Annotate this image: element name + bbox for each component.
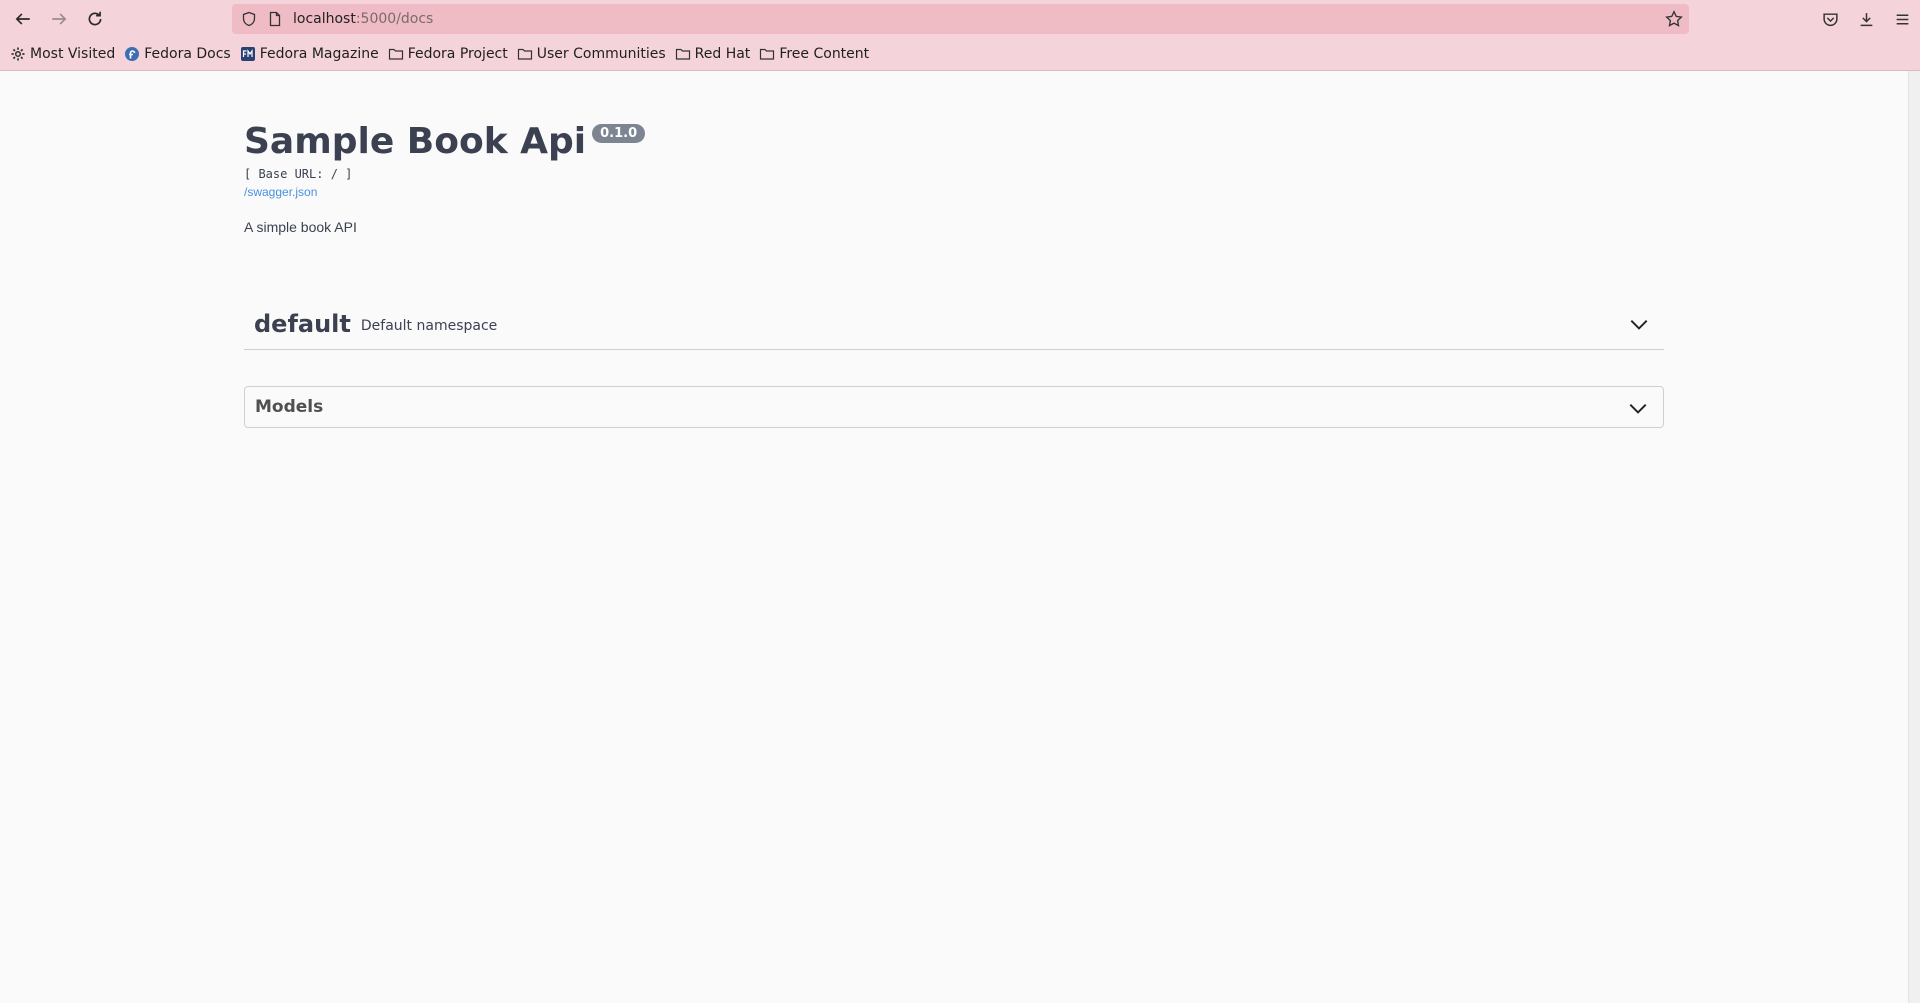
namespace-description: Default namespace: [360, 318, 498, 334]
models-section[interactable]: Models: [244, 386, 1664, 428]
forward-button[interactable]: [41, 4, 77, 34]
namespace-name: default: [254, 310, 351, 338]
bookmark-star-icon[interactable]: [1665, 10, 1683, 28]
bookmark-label: Fedora Project: [407, 46, 508, 62]
chevron-down-icon[interactable]: [1628, 313, 1650, 335]
fedora-icon: [124, 46, 140, 62]
api-description: A simple book API: [244, 219, 357, 235]
folder-icon: [388, 46, 404, 62]
pocket-button[interactable]: [1812, 4, 1848, 34]
bookmark-fedora-project[interactable]: Fedora Project: [388, 42, 508, 66]
hamburger-menu-icon: [1896, 14, 1908, 24]
folder-icon: [759, 46, 775, 62]
base-url: [ Base URL: / ]: [244, 167, 353, 181]
url-host: localhost: [293, 11, 356, 27]
toolbar-right-icons: [1812, 0, 1920, 38]
bookmark-user-communities[interactable]: User Communities: [517, 42, 666, 66]
folder-icon: [675, 46, 691, 62]
version-badge: 0.1.0: [592, 124, 646, 143]
bookmark-red-hat[interactable]: Red Hat: [675, 42, 751, 66]
bookmark-label: Fedora Magazine: [259, 46, 379, 62]
bookmark-label: Most Visited: [30, 46, 116, 62]
browser-toolbar: localhost:5000/docs: [0, 0, 1920, 38]
bookmark-label: Red Hat: [694, 46, 751, 62]
reload-button[interactable]: [77, 4, 113, 34]
app-menu-button[interactable]: [1884, 4, 1920, 34]
back-button[interactable]: [5, 4, 41, 34]
bookmark-label: Free Content: [779, 46, 870, 62]
bookmark-fedora-magazine[interactable]: Fedora Magazine: [240, 42, 379, 66]
fedora-magazine-icon: [240, 46, 256, 62]
swagger-json-link[interactable]: /swagger.json: [244, 185, 317, 199]
url-text[interactable]: localhost:5000/docs: [293, 10, 433, 28]
bookmark-label: Fedora Docs: [144, 46, 231, 62]
gear-icon: [10, 46, 26, 62]
bookmarks-toolbar: Most Visited Fedora Docs Fedora Magazine…: [0, 38, 1920, 71]
reload-icon: [88, 11, 102, 26]
address-bar[interactable]: localhost:5000/docs: [232, 4, 1689, 34]
namespace-default-section[interactable]: default Default namespace: [244, 299, 1664, 350]
api-title: Sample Book Api: [244, 121, 587, 162]
download-icon: [1860, 12, 1872, 26]
pocket-icon: [1822, 12, 1838, 26]
swagger-page: Sample Book Api 0.1.0 [ Base URL: / ] /s…: [0, 71, 1908, 1003]
page-info-icon[interactable]: [267, 11, 283, 27]
tracking-protection-shield-icon[interactable]: [241, 11, 257, 27]
title-row: Sample Book Api 0.1.0: [244, 121, 646, 163]
page-scrollbar[interactable]: [1908, 71, 1920, 1003]
back-arrow-icon: [15, 13, 30, 25]
models-title: Models: [255, 397, 324, 417]
url-path: :5000/docs: [355, 11, 434, 27]
forward-arrow-icon: [52, 13, 67, 25]
folder-icon: [517, 46, 533, 62]
bookmark-label: User Communities: [536, 46, 666, 62]
chevron-down-icon[interactable]: [1627, 397, 1649, 419]
bookmark-fedora-docs[interactable]: Fedora Docs: [124, 42, 231, 66]
downloads-button[interactable]: [1848, 4, 1884, 34]
api-info: Sample Book Api 0.1.0 [ Base URL: / ] /s…: [244, 121, 646, 235]
bookmark-most-visited[interactable]: Most Visited: [10, 42, 115, 66]
bookmark-free-content[interactable]: Free Content: [759, 42, 869, 66]
